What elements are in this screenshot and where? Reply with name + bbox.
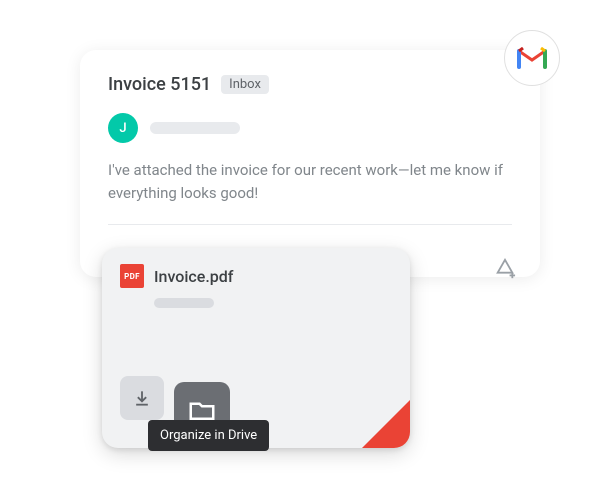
page-fold-icon [362,400,410,448]
email-body: I've attached the invoice for our recent… [108,159,512,204]
attachment-card[interactable]: PDF Invoice.pdf [102,248,410,448]
subject-row: Invoice 5151 Inbox [108,74,512,95]
attachment-filename: Invoice.pdf [154,267,233,286]
avatar[interactable]: J [108,113,138,143]
sender-name-placeholder [150,122,240,134]
inbox-label[interactable]: Inbox [221,75,269,94]
email-subject: Invoice 5151 [108,74,211,95]
pdf-icon: PDF [120,264,144,288]
download-button[interactable] [120,376,164,420]
email-card: Invoice 5151 Inbox J I've attached the i… [80,50,540,277]
organize-tooltip: Organize in Drive [148,420,269,451]
attachment-meta-placeholder [154,298,214,308]
sender-row: J [108,113,512,143]
gmail-icon [504,30,560,86]
attachment-header: PDF Invoice.pdf [120,264,392,288]
add-to-drive-icon[interactable] [494,258,516,284]
divider [108,224,512,225]
